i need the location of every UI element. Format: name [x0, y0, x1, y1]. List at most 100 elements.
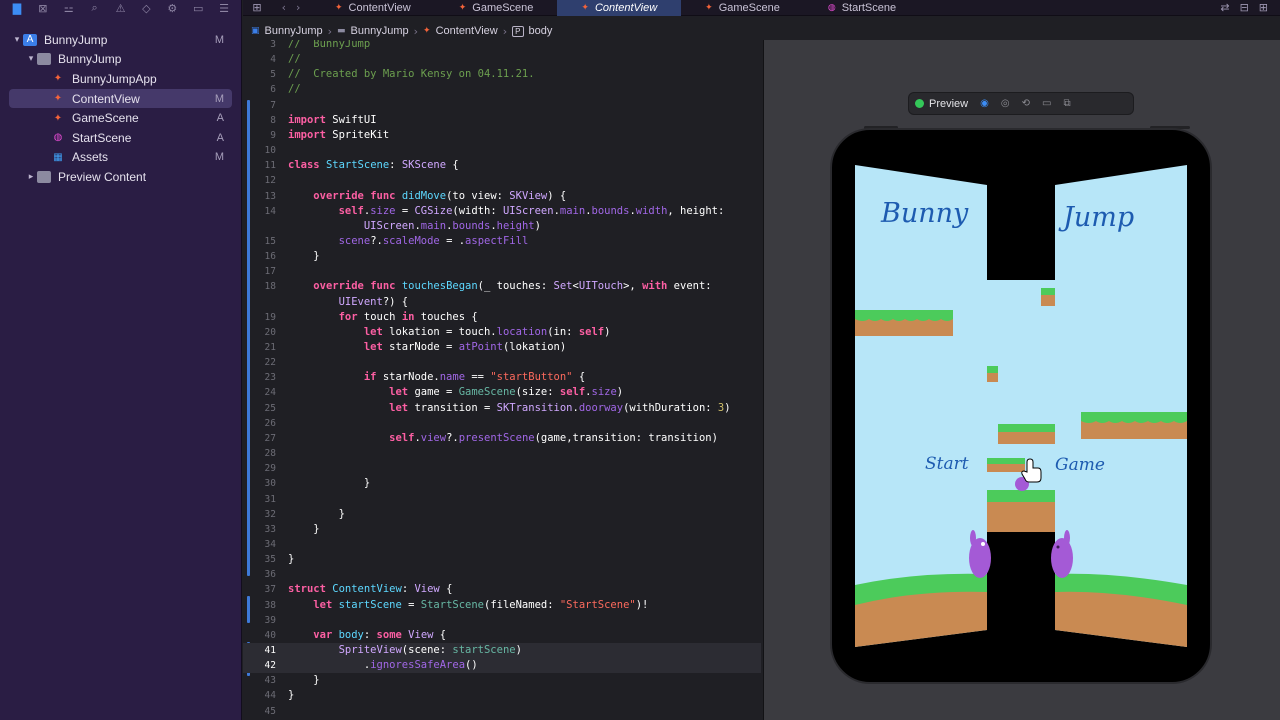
editor-tab[interactable]: ◍ StartScene — [804, 0, 920, 16]
line-number: 27 — [264, 432, 276, 444]
editor-tab[interactable]: ✦ GameScene — [435, 0, 558, 16]
code-text: import SpriteKit — [288, 128, 390, 141]
preview-label-group[interactable]: Preview — [915, 98, 968, 110]
folder-icon[interactable]: ▇ — [6, 1, 28, 15]
breakpoint-icon[interactable]: ▭ — [187, 1, 209, 15]
sidebar-item[interactable]: ✦ ContentView M — [9, 88, 232, 109]
debug-icon[interactable]: ⚙ — [161, 1, 183, 15]
code-line: 25 let transition = SKTransition.doorway… — [243, 401, 761, 416]
warning-icon[interactable]: ⚠ — [110, 1, 132, 15]
find-icon[interactable]: ⌕ — [84, 1, 106, 15]
tab-label: GameScene — [718, 1, 780, 14]
sidebar-item[interactable]: ▦ Assets M — [9, 148, 232, 168]
editor-tab[interactable]: ✦ ContentView — [557, 0, 682, 16]
code-text: struct ContentView: View { — [288, 583, 453, 596]
game-scene[interactable]: Bunny Jump Start Game — [855, 160, 1187, 652]
line-number: 28 — [264, 448, 276, 460]
refresh-icon[interactable]: ⇄ — [1220, 1, 1229, 14]
code-line: 32 } — [243, 507, 761, 522]
sidebar-item[interactable]: ▾ BunnyJump — [9, 50, 232, 70]
tab-strip: ✦ ContentView ✦ GameScene ✦ ContentView ✦ GameS… — [311, 0, 920, 16]
editor-tab[interactable]: ✦ ContentView — [311, 0, 435, 16]
line-number: 42 — [264, 660, 276, 672]
sidebar-item-label: Preview Content — [58, 169, 147, 184]
line-number: 45 — [264, 705, 276, 717]
back-arrow-icon[interactable]: ‹ — [282, 1, 286, 14]
project-icon: A — [23, 33, 37, 46]
code-line: UIScreen.main.bounds.height) — [243, 219, 761, 234]
duplicate-icon[interactable]: ⧉ — [1063, 98, 1070, 109]
code-text: let game = GameScene(size: self.size) — [389, 386, 624, 399]
disclosure-triangle-icon[interactable]: ▸ — [25, 172, 37, 182]
code-line: 26 — [243, 416, 761, 431]
source-control-icon[interactable]: ⊠ — [32, 1, 54, 15]
sidebar-item[interactable]: ✦ GameScene A — [9, 108, 232, 128]
spritekit-scene-icon: ◍ — [53, 132, 63, 144]
code-text: override func touchesBegan(_ touches: Se… — [313, 280, 712, 293]
code-line: 17 — [243, 264, 761, 279]
code-line: 36 — [243, 567, 761, 582]
code-line: 12 — [243, 173, 761, 188]
code-line: 11 class StartScene: SKScene { — [243, 158, 761, 173]
start-button-left[interactable]: Start — [925, 454, 969, 474]
platform — [987, 490, 1055, 532]
start-button-right[interactable]: Game — [1055, 455, 1105, 475]
disclosure-triangle-icon[interactable]: ▾ — [25, 54, 37, 64]
rotate-icon[interactable]: ⟲ — [1022, 98, 1030, 109]
sidebar-item[interactable]: ▸ Preview Content — [9, 167, 232, 187]
code-text: } — [288, 689, 295, 702]
disclosure-triangle-icon[interactable]: ▾ — [11, 35, 23, 45]
editor-grid-icon[interactable]: ⊞ — [243, 1, 271, 14]
jumpbar-folder[interactable]: BunnyJump — [351, 25, 409, 37]
source-editor[interactable]: 3 // BunnyJump 4 // 5 // Created by Mario Ken… — [243, 40, 761, 720]
platform — [1081, 412, 1187, 439]
code-line: 8 import SwiftUI — [243, 113, 761, 128]
line-number: 10 — [264, 145, 276, 157]
line-number: 39 — [264, 614, 276, 626]
file-tree: ▾ A BunnyJump M ▾ BunnyJump ✦ BunnyJumpApp ✦ Cont… — [0, 30, 241, 187]
jumpbar-project[interactable]: BunnyJump — [265, 25, 323, 37]
sidebar-item[interactable]: ✦ BunnyJumpApp — [9, 69, 232, 89]
sidebar-item[interactable]: ◍ StartScene A — [9, 128, 232, 148]
line-number: 44 — [264, 690, 276, 702]
chevron-right-icon: › — [502, 24, 508, 38]
report-icon[interactable]: ☰ — [213, 1, 235, 15]
code-text: let transition = SKTransition.doorway(wi… — [389, 401, 731, 414]
split-editor-icon[interactable]: ⊟ — [1240, 1, 1249, 14]
code-line: 3 // BunnyJump — [243, 40, 761, 52]
live-mode-icon[interactable]: ◉ — [980, 98, 989, 109]
forward-arrow-icon[interactable]: › — [296, 1, 300, 14]
code-line: UIEvent?) { — [243, 295, 761, 310]
preview-toolbar: Preview ◉ ◎ ⟲ ▭ ⧉ — [909, 93, 1133, 114]
line-number: 16 — [264, 251, 276, 263]
canvas-footer — [763, 712, 1280, 720]
sidebar-item[interactable]: ▾ A BunnyJump M — [9, 30, 232, 50]
folder-icon — [37, 53, 51, 66]
history-navigation: ‹ › — [271, 1, 311, 14]
line-number: 37 — [264, 584, 276, 596]
code-text: // Created by Mario Kensy on 04.11.21. — [288, 68, 535, 81]
sidebar-item-label: GameScene — [72, 111, 139, 126]
code-line: 9 import SpriteKit — [243, 128, 761, 143]
line-number: 9 — [270, 129, 276, 141]
jumpbar-file[interactable]: ContentView — [436, 25, 498, 37]
editor-tab[interactable]: ✦ GameScene — [681, 0, 804, 16]
source-control-status: A — [216, 112, 224, 125]
line-number: 34 — [264, 538, 276, 550]
device-settings-icon[interactable]: ▭ — [1042, 98, 1051, 109]
jumpbar-symbol[interactable]: body — [529, 25, 553, 37]
line-number: 31 — [264, 493, 276, 505]
code-text: } — [288, 674, 320, 687]
test-icon[interactable]: ◇ — [135, 1, 157, 15]
code-line: 40 var body: some View { — [243, 628, 761, 643]
code-text: for touch in touches { — [338, 310, 478, 323]
hierarchy-icon[interactable]: ⚍ — [58, 1, 80, 15]
code-line: 13 override func didMove(to view: SKView… — [243, 189, 761, 204]
code-text: self.view?.presentScene(game,transition:… — [389, 431, 718, 444]
line-number: 15 — [264, 235, 276, 247]
code-line: 31 — [243, 492, 761, 507]
code-text: .ignoresSafeArea() — [288, 659, 478, 672]
inspect-icon[interactable]: ◎ — [1001, 98, 1010, 109]
add-editor-icon[interactable]: ⊞ — [1259, 1, 1268, 14]
sidebar-item-label: StartScene — [72, 130, 132, 145]
